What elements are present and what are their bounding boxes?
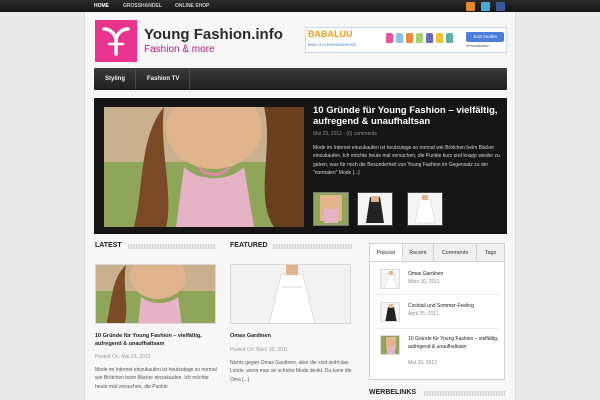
- onesie-icon: [386, 33, 393, 43]
- main-nav: Styling Fashion TV: [94, 68, 507, 90]
- featured-post-excerpt: Nichts gegen Omas Gardinen, aber die sin…: [230, 360, 352, 383]
- banner-subtitle: BABY- & KLEINKINDERMODE: [308, 43, 357, 47]
- slide-image[interactable]: [104, 107, 304, 227]
- site-title[interactable]: Young Fashion.info: [144, 26, 283, 43]
- slide-title[interactable]: 10 Gründe für Young Fashion – vielfältig…: [313, 105, 505, 127]
- side-item-date: März 30, 2011: [408, 279, 440, 285]
- featured-post-title[interactable]: Omas Gardinen: [230, 332, 354, 340]
- slider-thumb[interactable]: [357, 192, 393, 226]
- featured-post-image[interactable]: [230, 264, 351, 324]
- heading-divider: [128, 244, 216, 249]
- heading-divider: [424, 391, 506, 396]
- banner-buy-button[interactable]: Jetzt kaufen: [466, 32, 504, 42]
- side-item-thumb[interactable]: [380, 269, 400, 289]
- nav-item-fashion-tv[interactable]: Fashion TV: [147, 68, 179, 90]
- thumb-photo: [381, 270, 399, 288]
- slider-thumb[interactable]: [313, 192, 349, 226]
- banner-brand: BABALUU: [308, 29, 353, 39]
- tab-comments[interactable]: Comments: [434, 244, 477, 261]
- side-item-thumb[interactable]: [380, 335, 400, 355]
- onesie-icon: [426, 33, 433, 43]
- divider: [376, 328, 498, 329]
- post-photo: [231, 265, 350, 323]
- onesie-icon: [406, 33, 413, 43]
- top-nav-online-shop[interactable]: ONLINE SHOP: [175, 0, 209, 12]
- tab-tags[interactable]: Tags: [477, 244, 504, 261]
- side-item-title[interactable]: Omas Gardinen: [408, 270, 502, 278]
- tab-popular[interactable]: Popular: [370, 244, 403, 261]
- onesie-icon: [436, 33, 443, 43]
- logo-icon: [102, 27, 130, 56]
- onesie-icon: [446, 33, 453, 43]
- site-logo[interactable]: [95, 20, 137, 62]
- werbelinks-heading: WERBELINKS: [369, 389, 417, 396]
- tab-recent[interactable]: Recent: [403, 244, 434, 261]
- twitter-icon[interactable]: [481, 2, 490, 11]
- rss-icon[interactable]: [466, 2, 475, 11]
- slide-excerpt: Mode im Internet einzukaufen ist heutzut…: [313, 145, 500, 177]
- side-item-date: Mai 23, 2012: [408, 360, 437, 366]
- thumb-photo: [314, 193, 348, 225]
- ad-banner[interactable]: BABALUU BABY- & KLEINKINDERMODE Jetzt ka…: [305, 27, 507, 53]
- slider-thumb[interactable]: [407, 192, 443, 226]
- featured-heading: FEATURED: [230, 242, 268, 249]
- thumb-photo: [381, 336, 399, 354]
- sidebar-tabs: Popular Recent Comments Tags: [369, 243, 505, 262]
- banner-shipping: Versandkosten: [466, 44, 490, 48]
- nav-divider: [189, 68, 190, 90]
- top-nav-grosshandel[interactable]: GROSSHANDEL: [123, 0, 162, 12]
- side-item-thumb[interactable]: [380, 302, 400, 322]
- slide-photo: [104, 107, 304, 227]
- site-tagline: Fashion & more: [144, 44, 215, 55]
- onesie-icon: [396, 33, 403, 43]
- latest-post-excerpt: Mode im Internet einzukaufen ist heutzut…: [95, 367, 217, 390]
- latest-heading: LATEST: [95, 242, 122, 249]
- latest-post-title[interactable]: 10 Gründe für Young Fashion – vielfältig…: [95, 332, 219, 348]
- latest-post-meta: Posted On: Mai 23, 2012: [95, 354, 151, 360]
- slide-meta: Mai 23, 2012 - (0) comments: [313, 131, 377, 137]
- top-bar: [0, 0, 600, 12]
- heading-divider: [273, 244, 353, 249]
- side-item-title[interactable]: 10 Gründe für Young Fashion – vielfältig…: [408, 335, 502, 351]
- post-photo: [96, 265, 215, 323]
- featured-post-meta: Posted On: März 30, 2011: [230, 347, 288, 353]
- thumb-photo: [408, 193, 442, 225]
- side-item-title[interactable]: Cocktail und Sommer-Feeling: [408, 302, 502, 310]
- onesie-icon: [416, 33, 423, 43]
- side-item-date: April 25, 2011: [408, 311, 439, 317]
- divider: [376, 294, 498, 295]
- thumb-photo: [381, 303, 399, 321]
- latest-post-image[interactable]: [95, 264, 216, 324]
- nav-divider: [135, 68, 136, 90]
- top-nav-home[interactable]: HOME: [94, 0, 109, 12]
- thumb-photo: [358, 193, 392, 225]
- nav-item-styling[interactable]: Styling: [105, 68, 125, 90]
- facebook-icon[interactable]: [496, 2, 505, 11]
